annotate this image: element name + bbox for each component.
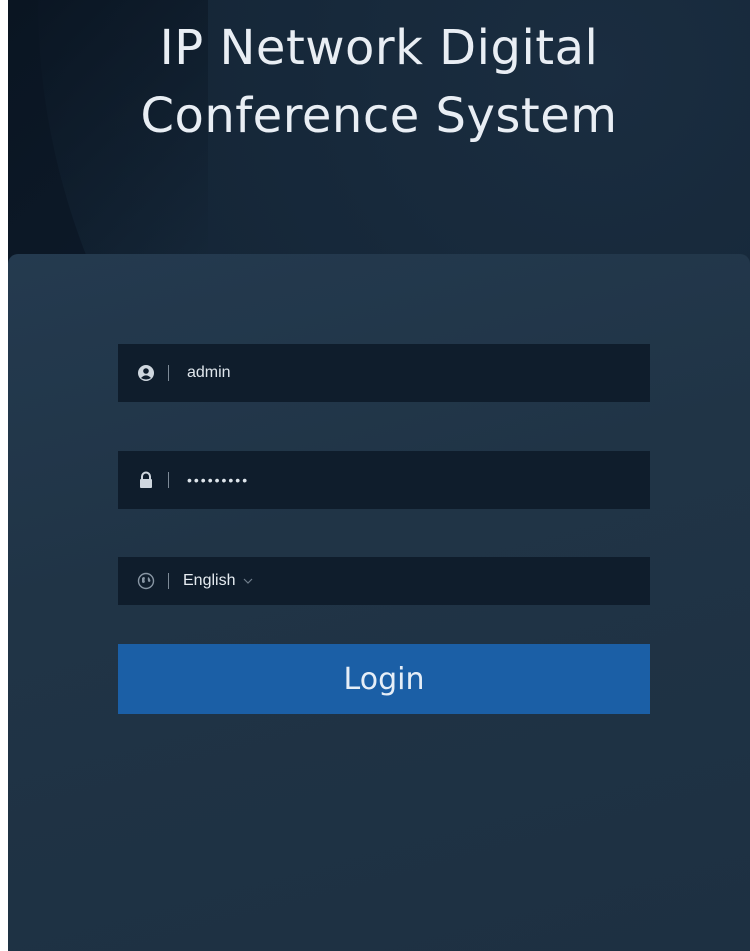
- chevron-down-icon: [243, 576, 253, 586]
- password-value[interactable]: •••••••••: [187, 472, 249, 488]
- password-field[interactable]: •••••••••: [118, 451, 650, 509]
- app-title-line-1: IP Network Digital: [159, 20, 599, 76]
- password-separator: [168, 472, 169, 488]
- login-card: admin ••••••••• English Login: [8, 254, 750, 951]
- login-page: IP Network Digital Conference System adm…: [0, 0, 750, 951]
- globe-icon: [136, 571, 156, 591]
- login-button[interactable]: Login: [118, 644, 650, 714]
- username-field[interactable]: admin: [118, 344, 650, 402]
- language-select[interactable]: English: [118, 557, 650, 605]
- username-value[interactable]: admin: [187, 364, 231, 382]
- language-selected: English: [183, 572, 236, 589]
- app-title: IP Network Digital Conference System: [8, 14, 750, 150]
- app-title-line-2: Conference System: [140, 88, 618, 144]
- lock-icon: [136, 470, 156, 490]
- username-separator: [168, 365, 169, 381]
- user-icon: [136, 363, 156, 383]
- language-separator: [168, 573, 169, 589]
